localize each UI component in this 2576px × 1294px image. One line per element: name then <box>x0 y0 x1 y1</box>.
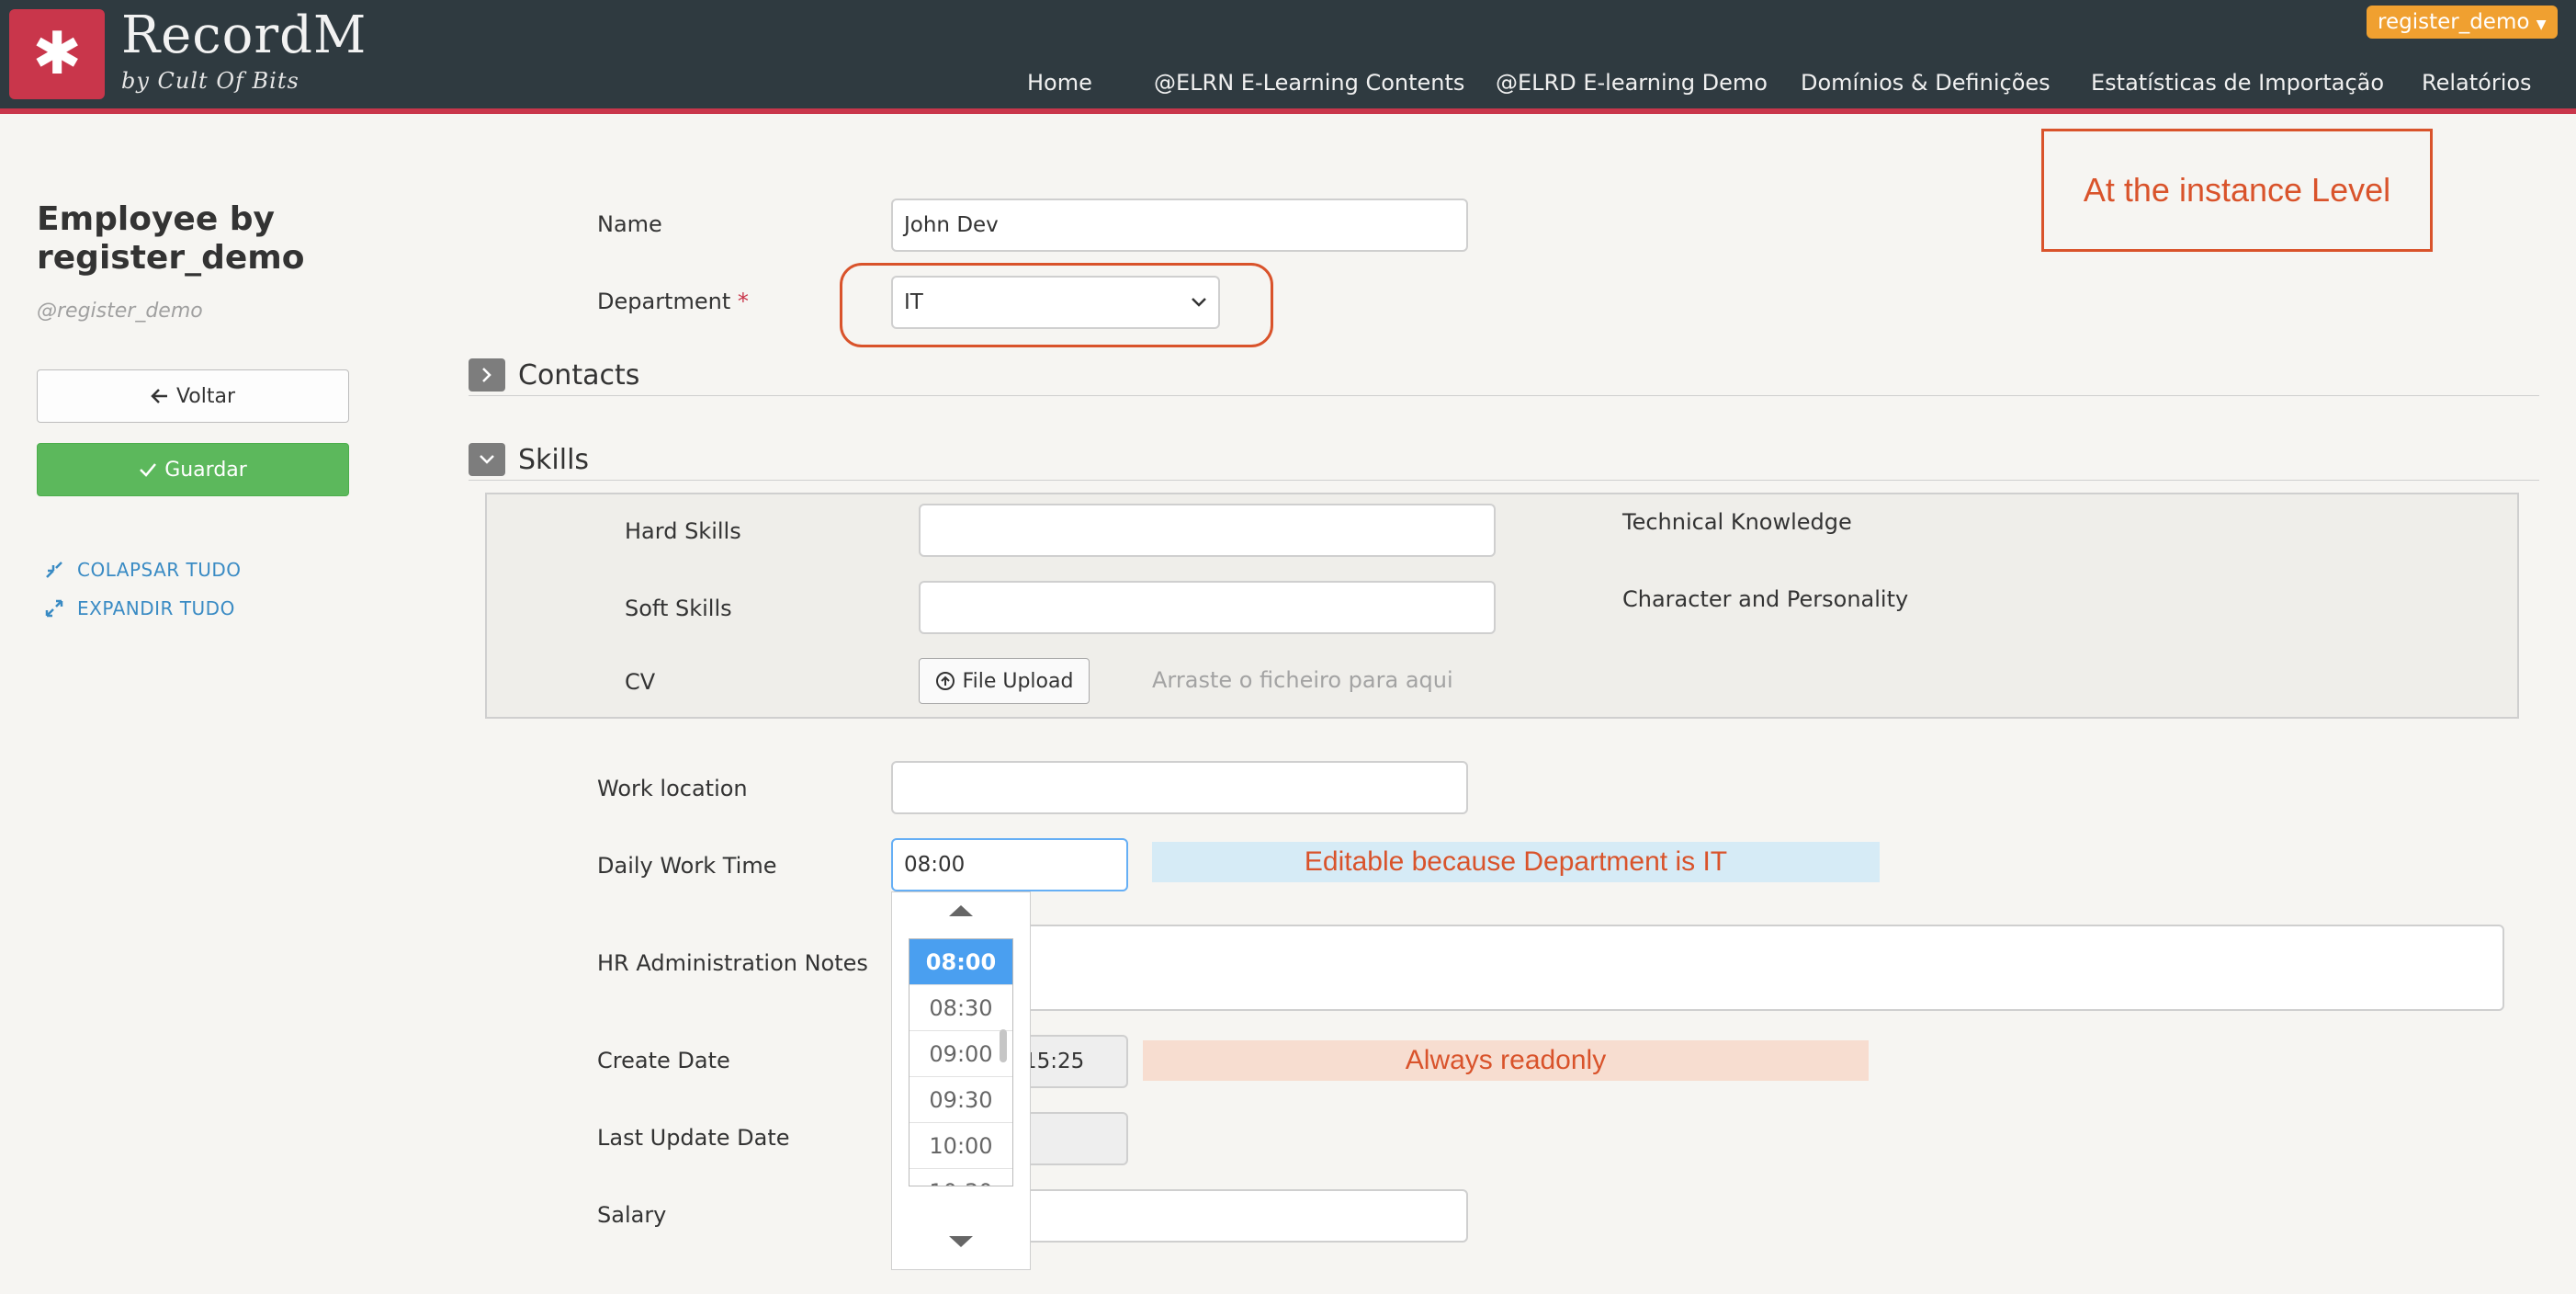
expand-all-label: EXPANDIR TUDO <box>77 597 235 619</box>
caret-down-icon: ▼ <box>2536 17 2547 32</box>
time-option-selected[interactable]: 08:00 <box>910 939 1012 985</box>
department-label-text: Department <box>597 289 731 314</box>
nav-dominios[interactable]: Domínios & Definições <box>1801 70 2051 96</box>
navbar-accent-line <box>0 108 2576 114</box>
back-button[interactable]: Voltar <box>37 369 349 423</box>
work-location-input[interactable] <box>891 761 1468 814</box>
file-drop-zone[interactable]: Arraste o ficheiro para aqui <box>1152 667 1453 693</box>
app-logo[interactable]: ✱ <box>9 9 105 99</box>
file-upload-label: File Upload <box>962 669 1074 693</box>
time-option[interactable]: 10:30 <box>910 1169 1012 1186</box>
nav-relatorios[interactable]: Relatórios <box>2422 70 2532 96</box>
last-update-label: Last Update Date <box>597 1125 790 1151</box>
skills-panel <box>485 493 2519 719</box>
soft-skills-label: Soft Skills <box>625 596 732 621</box>
readonly-note: Always readonly <box>1143 1040 1869 1081</box>
nav-elrd-demo[interactable]: @ELRD E-learning Demo <box>1496 70 1768 96</box>
hr-notes-label: HR Administration Notes <box>597 950 868 976</box>
name-input[interactable]: John Dev <box>891 199 1468 252</box>
contacts-section-header[interactable]: Contacts <box>469 355 2539 396</box>
salary-label: Salary <box>597 1202 667 1228</box>
daily-work-time-input[interactable]: 08:00 <box>891 838 1128 891</box>
check-icon <box>140 463 157 477</box>
asterisk-icon: ✱ <box>32 20 82 88</box>
chevron-down-icon[interactable] <box>469 443 505 476</box>
time-option[interactable]: 09:00 <box>910 1031 1012 1077</box>
page-subtitle: @register_demo <box>37 300 203 323</box>
app-name: RecordM <box>121 6 367 65</box>
required-marker: * <box>737 289 749 314</box>
scroll-up-icon[interactable] <box>947 903 975 918</box>
time-option[interactable]: 08:30 <box>910 985 1012 1031</box>
cv-label: CV <box>625 669 656 695</box>
hard-skills-label: Hard Skills <box>625 518 741 544</box>
page-title: Employee by register_demo <box>37 200 305 277</box>
upload-icon <box>935 672 955 690</box>
expand-all-link[interactable]: EXPANDIR TUDO <box>44 597 235 619</box>
scroll-down-icon[interactable] <box>947 1234 975 1249</box>
chevron-right-icon[interactable] <box>469 358 505 392</box>
skills-section-header[interactable]: Skills <box>469 439 2539 481</box>
time-option[interactable]: 09:30 <box>910 1077 1012 1123</box>
department-highlight-annotation <box>840 263 1273 347</box>
department-label: Department * <box>597 289 749 314</box>
user-name: register_demo <box>2378 10 2530 34</box>
collapse-all-link[interactable]: COLAPSAR TUDO <box>44 559 242 581</box>
skills-section-title: Skills <box>518 443 590 476</box>
contacts-section-title: Contacts <box>518 358 640 392</box>
hr-notes-textarea[interactable] <box>1011 925 2504 1011</box>
name-label: Name <box>597 211 662 237</box>
time-option[interactable]: 10:00 <box>910 1123 1012 1169</box>
work-location-label: Work location <box>597 776 748 801</box>
file-upload-button[interactable]: File Upload <box>919 658 1090 704</box>
soft-skills-hint: Character and Personality <box>1622 586 1909 612</box>
nav-home[interactable]: Home <box>1027 70 1092 96</box>
instance-level-annotation: At the instance Level <box>2041 129 2433 252</box>
editable-note: Editable because Department is IT <box>1152 842 1880 882</box>
user-menu[interactable]: register_demo ▼ <box>2367 6 2558 39</box>
nav-elrn-contents[interactable]: @ELRN E-Learning Contents <box>1154 70 1464 96</box>
back-button-label: Voltar <box>175 384 236 408</box>
save-button-label: Guardar <box>164 458 247 482</box>
collapse-all-label: COLAPSAR TUDO <box>77 559 242 581</box>
create-date-label: Create Date <box>597 1048 730 1073</box>
daily-work-time-label: Daily Work Time <box>597 853 777 879</box>
save-button[interactable]: Guardar <box>37 443 349 496</box>
hard-skills-input[interactable] <box>919 504 1496 557</box>
time-list-scrollbar[interactable] <box>1000 1029 1007 1062</box>
collapse-icon <box>46 562 62 578</box>
time-option-list[interactable]: 08:00 08:30 09:00 09:30 10:00 10:30 <box>909 938 1013 1186</box>
arrow-left-icon <box>151 389 167 403</box>
nav-estatisticas[interactable]: Estatísticas de Importação <box>2091 70 2384 96</box>
app-tagline: by Cult Of Bits <box>121 68 299 94</box>
hard-skills-hint: Technical Knowledge <box>1622 509 1852 535</box>
soft-skills-input[interactable] <box>919 581 1496 634</box>
salary-input[interactable] <box>1011 1189 1468 1243</box>
expand-icon <box>45 599 63 618</box>
time-picker-dropdown: 08:00 08:30 09:00 09:30 10:00 10:30 <box>891 891 1031 1270</box>
